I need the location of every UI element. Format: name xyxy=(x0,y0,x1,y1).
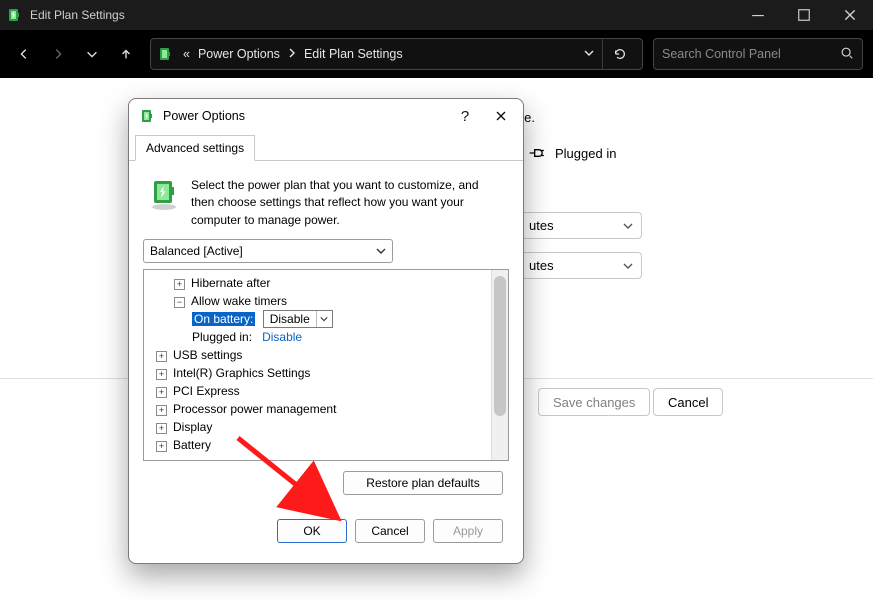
chevron-down-icon[interactable] xyxy=(316,311,332,327)
expand-icon[interactable]: + xyxy=(156,351,167,362)
tab-strip: Advanced settings xyxy=(129,133,523,161)
tree-item-allow-wake-timers[interactable]: −Allow wake timers On battery: Disable xyxy=(146,292,489,346)
plugged-in-label: Plugged in: xyxy=(192,330,252,344)
restore-plan-defaults-button[interactable]: Restore plan defaults xyxy=(343,471,503,495)
expand-icon[interactable]: + xyxy=(156,387,167,398)
expand-icon[interactable]: + xyxy=(174,279,185,290)
expand-icon[interactable]: + xyxy=(156,423,167,434)
tree-item-display[interactable]: + Display xyxy=(146,418,489,436)
battery-large-icon xyxy=(147,177,181,211)
dialog-intro-text: Select the power plan that you want to c… xyxy=(191,177,505,229)
power-plan-selected: Balanced [Active] xyxy=(150,244,243,258)
tree-label: PCI Express xyxy=(173,384,240,398)
tree-label: Battery xyxy=(173,438,211,452)
cancel-button[interactable]: Cancel xyxy=(355,519,425,543)
power-options-icon xyxy=(139,108,155,124)
chevron-down-icon xyxy=(376,246,386,256)
ok-label: OK xyxy=(303,524,320,538)
power-plan-select[interactable]: Balanced [Active] xyxy=(143,239,393,263)
plugged-in-value[interactable]: Disable xyxy=(262,330,302,344)
tree-item-intel-graphics[interactable]: + Intel(R) Graphics Settings xyxy=(146,364,489,382)
help-button[interactable]: ? xyxy=(447,101,483,131)
dialog-titlebar[interactable]: Power Options ? xyxy=(129,99,523,133)
tree-label: Processor power management xyxy=(173,402,336,416)
dialog-close-button[interactable] xyxy=(483,101,519,131)
restore-defaults-label: Restore plan defaults xyxy=(366,476,479,490)
tree-label: Allow wake timers xyxy=(191,294,287,308)
tree-scrollbar[interactable] xyxy=(491,270,508,460)
expand-icon[interactable]: + xyxy=(156,405,167,416)
tab-advanced-settings[interactable]: Advanced settings xyxy=(135,135,255,161)
tree-item-on-battery[interactable]: On battery: Disable xyxy=(174,310,489,328)
tree-item-pci-express[interactable]: + PCI Express xyxy=(146,382,489,400)
collapse-icon[interactable]: − xyxy=(174,297,185,308)
cancel-label: Cancel xyxy=(371,524,408,538)
settings-tree: + Hibernate after −Allow wake timers On b… xyxy=(143,269,509,461)
apply-label: Apply xyxy=(453,524,483,538)
on-battery-label: On battery: xyxy=(192,312,255,326)
tree-item-usb-settings[interactable]: + USB settings xyxy=(146,346,489,364)
power-options-dialog: Power Options ? Advanced settings Select… xyxy=(128,98,524,564)
tree-item-plugged-in[interactable]: Plugged in: Disable xyxy=(174,328,489,346)
tab-label: Advanced settings xyxy=(146,141,244,155)
tree-label: Intel(R) Graphics Settings xyxy=(173,366,310,380)
on-battery-value-select[interactable]: Disable xyxy=(263,310,333,328)
tree-label: Hibernate after xyxy=(191,276,270,290)
expand-icon[interactable]: + xyxy=(156,369,167,380)
tree-item-processor-power[interactable]: + Processor power management xyxy=(146,400,489,418)
tree-label: Display xyxy=(173,420,212,434)
tree-item-battery[interactable]: + Battery xyxy=(146,436,489,454)
on-battery-value: Disable xyxy=(264,310,316,328)
tree-item-hibernate-after[interactable]: + Hibernate after xyxy=(146,274,489,292)
expand-icon[interactable]: + xyxy=(156,441,167,452)
ok-button[interactable]: OK xyxy=(277,519,347,543)
apply-button[interactable]: Apply xyxy=(433,519,503,543)
tree-label: USB settings xyxy=(173,348,242,362)
dialog-title: Power Options xyxy=(163,109,447,123)
scrollbar-thumb[interactable] xyxy=(494,276,506,416)
